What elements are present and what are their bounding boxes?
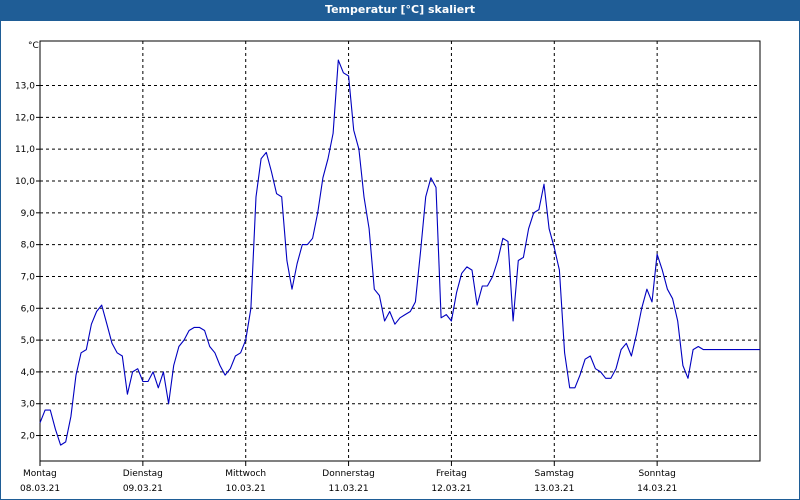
x-tick-day-label: Mittwoch xyxy=(225,469,266,479)
plot-area xyxy=(39,40,761,462)
y-tick-label: 6,0 xyxy=(21,304,36,314)
y-tick-label: 3,0 xyxy=(21,400,36,410)
x-tick-day-label: Dienstag xyxy=(123,469,163,479)
x-tick-date-label: 08.03.21 xyxy=(20,484,60,494)
y-tick-label: 10,0 xyxy=(15,177,35,187)
y-tick-label: 11,0 xyxy=(15,145,35,155)
y-axis-unit: °C xyxy=(28,41,39,51)
y-tick-label: 2,0 xyxy=(21,432,36,442)
y-tick-label: 7,0 xyxy=(21,272,36,282)
x-tick-date-label: 13.03.21 xyxy=(534,484,574,494)
y-tick-label: 5,0 xyxy=(21,336,36,346)
temperature-chart: °C 2,0 3,0 4,0 5,0 6,0 7,0 8,0 9,0 10,0 11,0 12,0 13… xyxy=(15,40,761,494)
x-tick-date-label: 14.03.21 xyxy=(637,484,677,494)
x-tick-date-label: 12.03.21 xyxy=(431,484,471,494)
x-tick-day-label: Freitag xyxy=(436,469,467,479)
y-tick-label: 8,0 xyxy=(21,241,36,251)
x-tick-day-label: Montag xyxy=(23,469,57,479)
x-tick-date-label: 10.03.21 xyxy=(226,484,266,494)
x-tick-day-label: Sonntag xyxy=(638,469,675,479)
window-title: Temperatur [°C] skaliert xyxy=(0,0,800,20)
x-tick-date-label: 09.03.21 xyxy=(123,484,163,494)
x-tick-day-label: Donnerstag xyxy=(322,469,375,479)
y-tick-label: 9,0 xyxy=(21,209,36,219)
x-tick-date-label: 11.03.21 xyxy=(329,484,369,494)
y-tick-label: 4,0 xyxy=(21,368,36,378)
chart-frame: °C 2,0 3,0 4,0 5,0 6,0 7,0 8,0 9,0 10,0 11,0 12,0 13… xyxy=(0,20,800,500)
y-tick-label: 12,0 xyxy=(15,113,35,123)
x-tick-day-label: Samstag xyxy=(535,469,574,479)
y-tick-label: 13,0 xyxy=(15,82,35,92)
